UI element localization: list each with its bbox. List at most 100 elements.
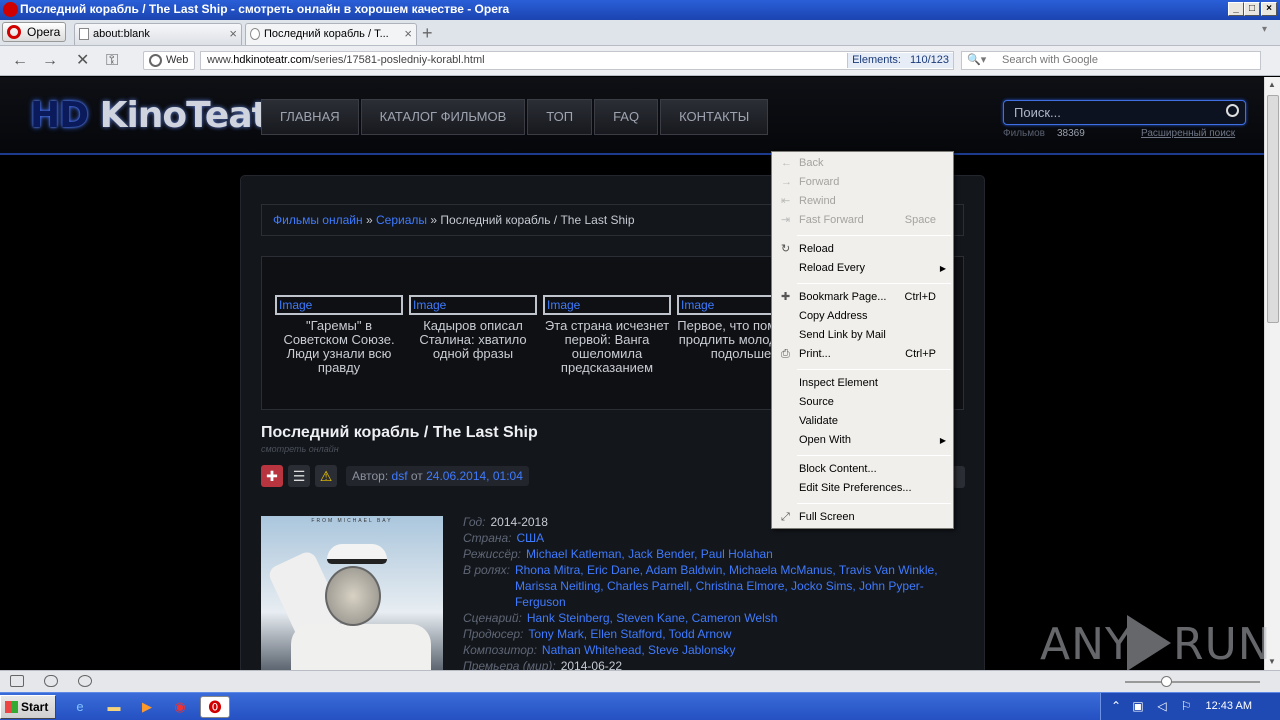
author-link[interactable]: dsf: [392, 469, 408, 483]
clock[interactable]: 12:43 AM: [1206, 700, 1252, 712]
menu-inspect[interactable]: Inspect Element: [772, 374, 953, 393]
menu-send-link[interactable]: Send Link by Mail: [772, 326, 953, 345]
minimize-button[interactable]: _: [1228, 2, 1244, 16]
detail-value[interactable]: Hank Steinberg, Steven Kane, Cameron Wel…: [527, 610, 778, 626]
zoom-knob[interactable]: [1161, 676, 1172, 687]
menu-source[interactable]: Source: [772, 393, 953, 412]
menu-open-with[interactable]: Open With ▶: [772, 431, 953, 450]
speed-dial-icon[interactable]: [78, 675, 92, 687]
breadcrumb-section-link[interactable]: Сериалы: [376, 213, 427, 227]
menu-reload-every[interactable]: Reload Every ▶: [772, 259, 953, 278]
favorite-heart-icon[interactable]: ✚: [261, 465, 283, 487]
web-badge[interactable]: Web: [143, 51, 195, 70]
poster-caption: FROM MICHAEL BAY: [311, 518, 393, 524]
scroll-up-icon[interactable]: ▲: [1268, 80, 1276, 89]
volume-icon[interactable]: ◁: [1155, 699, 1169, 713]
menu-reload-label: Reload: [799, 243, 834, 255]
menu-block-content-label: Block Content...: [799, 463, 877, 475]
start-button[interactable]: Start: [0, 695, 56, 719]
context-menu: ← Back → Forward ⇤ Rewind ⇥ Fast Forward Spac…: [771, 151, 954, 529]
ie-icon[interactable]: e: [68, 696, 92, 718]
tab-label: Последний корабль / Т...: [264, 28, 389, 40]
search-field[interactable]: 🔍▾ Search with Google: [961, 51, 1261, 70]
elements-value: 110/123: [910, 54, 949, 66]
ad-item[interactable]: Image "Гаремы" в Советском Союзе. Люди у…: [275, 295, 403, 375]
submenu-arrow-icon: ▶: [939, 436, 946, 445]
forward-arrow-icon[interactable]: →: [42, 52, 58, 70]
chrome-icon[interactable]: ◉: [168, 696, 192, 718]
ad-image[interactable]: Image: [543, 295, 671, 315]
menu-block-content[interactable]: Block Content...: [772, 460, 953, 479]
ad-item[interactable]: Image Эта страна исчезнет первой: Ванга …: [543, 295, 671, 375]
ad-caption[interactable]: "Гаремы" в Советском Союзе. Люди узнали …: [275, 319, 403, 375]
opera-taskbar-icon[interactable]: ⓿: [200, 696, 230, 718]
tab-close-icon[interactable]: ×: [229, 24, 237, 44]
maximize-button[interactable]: □: [1244, 2, 1260, 16]
detail-value: 2014-2018: [490, 515, 548, 529]
ad-item[interactable]: Image Кадыров описал Сталина: хватило од…: [409, 295, 537, 361]
detail-value[interactable]: США: [517, 530, 545, 546]
detail-value[interactable]: Michael Katleman, Jack Bender, Paul Hola…: [526, 546, 773, 562]
menu-item-top[interactable]: ТОП: [527, 99, 593, 135]
media-player-icon[interactable]: ▶: [135, 696, 159, 718]
publish-date[interactable]: 24.06.2014, 01:04: [426, 469, 523, 483]
menu-item-catalog[interactable]: КАТАЛОГ ФИЛЬМОВ: [360, 99, 526, 135]
menu-item-home[interactable]: ГЛАВНАЯ: [261, 99, 359, 135]
menu-full-screen[interactable]: ⤢ Full Screen: [772, 508, 953, 527]
detail-value[interactable]: Rhona Mitra, Eric Dane, Adam Baldwin, Mi…: [515, 562, 943, 610]
network-icon[interactable]: ▣: [1131, 699, 1145, 713]
window-title: Последний корабль / The Last Ship - смот…: [20, 2, 510, 16]
films-count: 38369: [1057, 128, 1085, 139]
detail-value[interactable]: Tony Mark, Ellen Stafford, Todd Arnow: [528, 626, 731, 642]
list-icon[interactable]: ☰: [288, 465, 310, 487]
scroll-thumb[interactable]: [1267, 95, 1279, 323]
key-icon[interactable]: ⚿: [106, 52, 118, 70]
close-window-button[interactable]: ×: [1261, 2, 1277, 16]
movie-poster[interactable]: FROM MICHAEL BAY: [261, 516, 443, 670]
new-tab-button[interactable]: +: [422, 24, 433, 42]
panel-toggle-icon[interactable]: [10, 675, 24, 687]
ad-caption[interactable]: Эта страна исчезнет первой: Ванга ошелом…: [543, 319, 671, 375]
menu-item-contacts[interactable]: КОНТАКТЫ: [660, 99, 769, 135]
opera-menu-button[interactable]: Opera: [2, 22, 66, 42]
menu-rewind-label: Rewind: [799, 195, 836, 207]
shortcut-label: Ctrl+P: [905, 348, 936, 360]
tab-close-icon[interactable]: ×: [404, 24, 412, 44]
back-arrow-icon[interactable]: ←: [12, 52, 28, 70]
vertical-scrollbar[interactable]: ▲ ▼: [1264, 77, 1280, 670]
system-tray: ⌃ ▣ ◁ ⚐ 12:43 AM: [1100, 693, 1280, 720]
menu-edit-prefs[interactable]: Edit Site Preferences...: [772, 479, 953, 498]
menu-print[interactable]: ⎙ Print... Ctrl+P: [772, 345, 953, 364]
breadcrumb-home-link[interactable]: Фильмы онлайн: [273, 213, 363, 227]
menu-separator: [797, 369, 951, 370]
ad-caption[interactable]: Кадыров описал Сталина: хватило одной фр…: [409, 319, 537, 361]
site-search-input[interactable]: Поиск...: [1003, 100, 1246, 125]
address-field[interactable]: www.hdkinoteatr.com/series/17581-posledn…: [200, 51, 954, 70]
ad-image[interactable]: Image: [409, 295, 537, 315]
warning-icon[interactable]: ⚠: [315, 465, 337, 487]
advanced-search-link[interactable]: Расширенный поиск: [1141, 128, 1235, 139]
fast-forward-icon: ⇥: [781, 214, 791, 226]
menu-item-faq[interactable]: FAQ: [594, 99, 659, 135]
folder-icon[interactable]: ▬: [102, 696, 126, 718]
zoom-slider[interactable]: [1125, 676, 1260, 687]
menu-validate[interactable]: Validate: [772, 412, 953, 431]
menu-copy-address[interactable]: Copy Address: [772, 307, 953, 326]
menu-reload[interactable]: ↻ Reload: [772, 240, 953, 259]
tab-list-icon[interactable]: ▾: [1262, 24, 1267, 35]
detail-value[interactable]: Nathan Whitehead, Steve Jablonsky: [542, 642, 735, 658]
stop-icon[interactable]: ✕: [76, 52, 89, 70]
tray-expand-icon[interactable]: ⌃: [1109, 699, 1123, 713]
tab-about-blank[interactable]: about:blank ×: [74, 23, 242, 45]
site-logo[interactable]: HD KinoTeatr: [30, 95, 286, 136]
tab-current-page[interactable]: Последний корабль / Т... ×: [245, 23, 417, 45]
action-center-flag-icon[interactable]: ⚐: [1179, 699, 1193, 713]
breadcrumb-separator: »: [430, 213, 438, 227]
menu-print-label: Print...: [799, 348, 831, 360]
rewind-icon: ⇤: [781, 195, 791, 207]
search-icon[interactable]: [1226, 104, 1239, 117]
menu-bookmark[interactable]: ✚ Bookmark Page... Ctrl+D: [772, 288, 953, 307]
cloud-icon[interactable]: [44, 675, 58, 687]
ad-image[interactable]: Image: [275, 295, 403, 315]
search-icon: 🔍▾: [967, 54, 987, 66]
